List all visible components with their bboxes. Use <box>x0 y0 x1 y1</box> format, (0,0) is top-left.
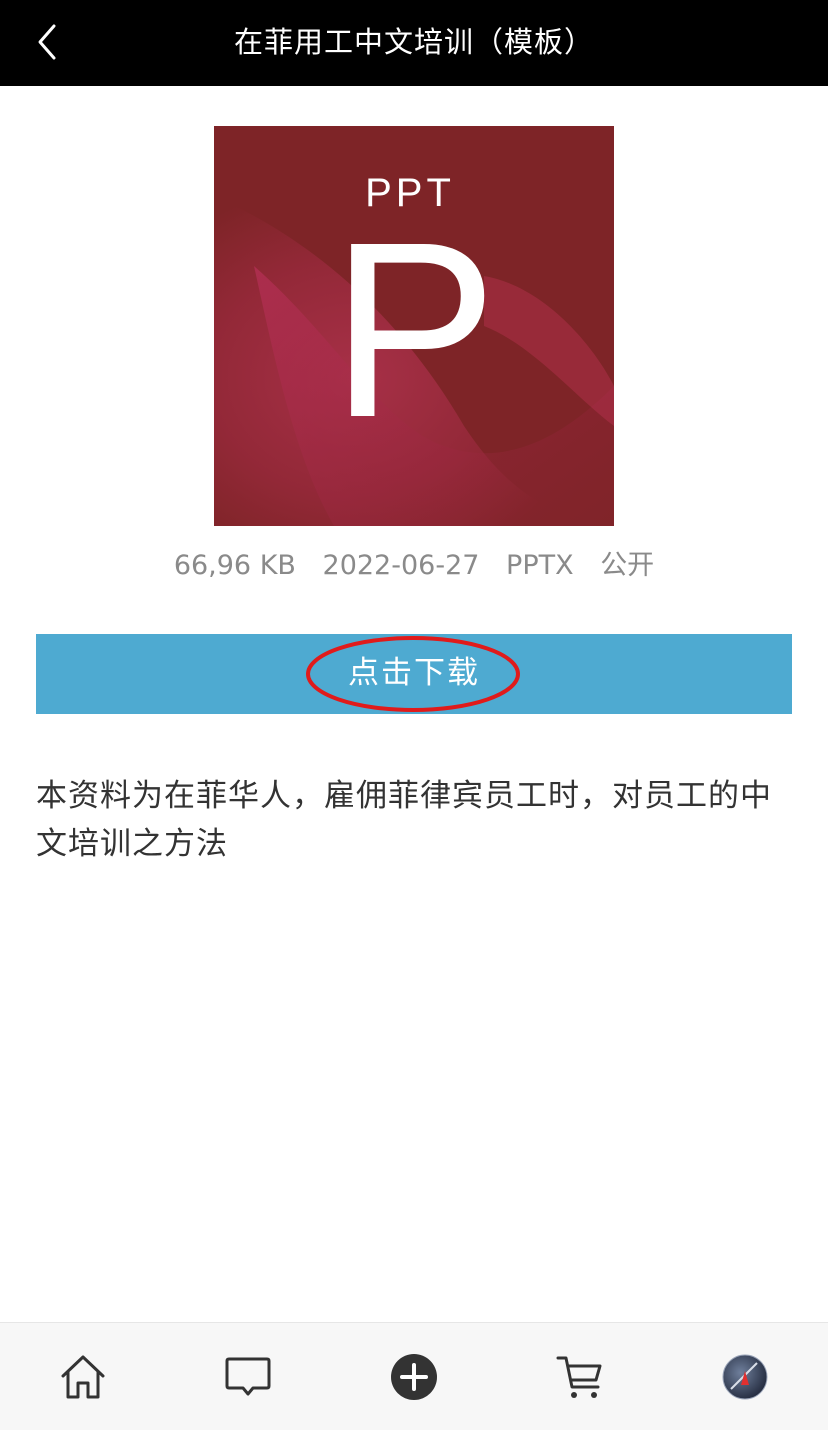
add-circle-icon <box>391 1354 437 1400</box>
file-type: PPTX <box>506 550 574 581</box>
file-date: 2022-06-27 <box>322 550 480 581</box>
nav-profile[interactable] <box>717 1349 773 1405</box>
nav-add[interactable] <box>386 1349 442 1405</box>
nav-cart[interactable] <box>552 1349 608 1405</box>
download-button-label: 点击下载 <box>348 655 480 691</box>
file-thumbnail: PPT P <box>214 126 614 526</box>
user-avatar-icon <box>722 1354 768 1400</box>
nav-messages[interactable] <box>220 1349 276 1405</box>
document-detail-screen: 在菲用工中文培训（模板） PPT P 66,96 KB 2022-06-27 P… <box>0 0 828 1430</box>
cart-icon <box>556 1356 602 1398</box>
thumbnail-label-big: P <box>331 190 498 469</box>
nav-home[interactable] <box>55 1349 111 1405</box>
powerpoint-file-icon: PPT P <box>214 126 614 526</box>
file-visibility: 公开 <box>600 550 655 581</box>
home-icon <box>61 1355 105 1399</box>
file-size: 66,96 KB <box>173 550 296 581</box>
file-description: 本资料为在菲华人，雇佣菲律宾员工时，对员工的中文培训之方法 <box>36 778 772 862</box>
bottom-nav <box>0 1322 828 1430</box>
page-title: 在菲用工中文培训（模板） <box>233 25 594 59</box>
file-meta: 66,96 KB 2022-06-27 PPTX 公开 <box>0 546 828 586</box>
top-bar: 在菲用工中文培训（模板） <box>0 0 828 86</box>
download-button[interactable]: 点击下载 <box>36 634 792 714</box>
message-icon <box>225 1357 271 1396</box>
